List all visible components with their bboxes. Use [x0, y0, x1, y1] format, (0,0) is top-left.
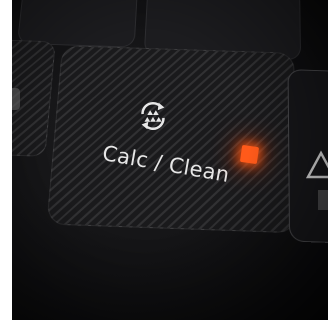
warning-triangle-icon	[306, 150, 328, 179]
calc-clean-indicator-led	[239, 144, 260, 165]
photo-border	[0, 0, 12, 320]
calc-clean-button[interactable]	[46, 45, 297, 234]
right-key-marker	[318, 190, 328, 210]
calc-clean-icon	[141, 102, 165, 130]
appliance-control-panel-photo: Calc / Clean	[0, 0, 328, 320]
